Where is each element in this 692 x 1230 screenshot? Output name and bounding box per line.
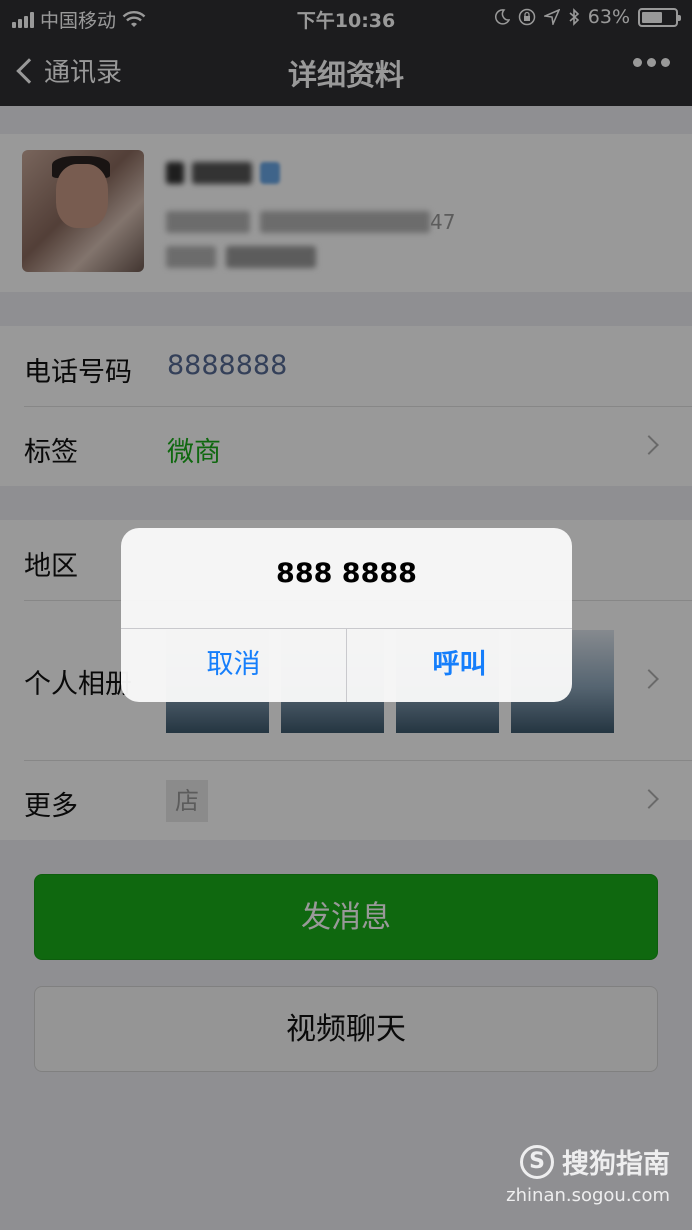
call-alert-dialog: 888 8888 取消 呼叫 (121, 528, 572, 702)
call-button[interactable]: 呼叫 (347, 628, 572, 702)
cancel-button[interactable]: 取消 (121, 628, 346, 702)
alert-message: 888 8888 (276, 558, 417, 589)
watermark-url: zhinan.sogou.com (506, 1185, 670, 1206)
sogou-logo-icon: S (520, 1144, 554, 1179)
watermark: S 搜狗指南 zhinan.sogou.com (506, 1142, 670, 1206)
watermark-brand: 搜狗指南 (562, 1149, 670, 1180)
